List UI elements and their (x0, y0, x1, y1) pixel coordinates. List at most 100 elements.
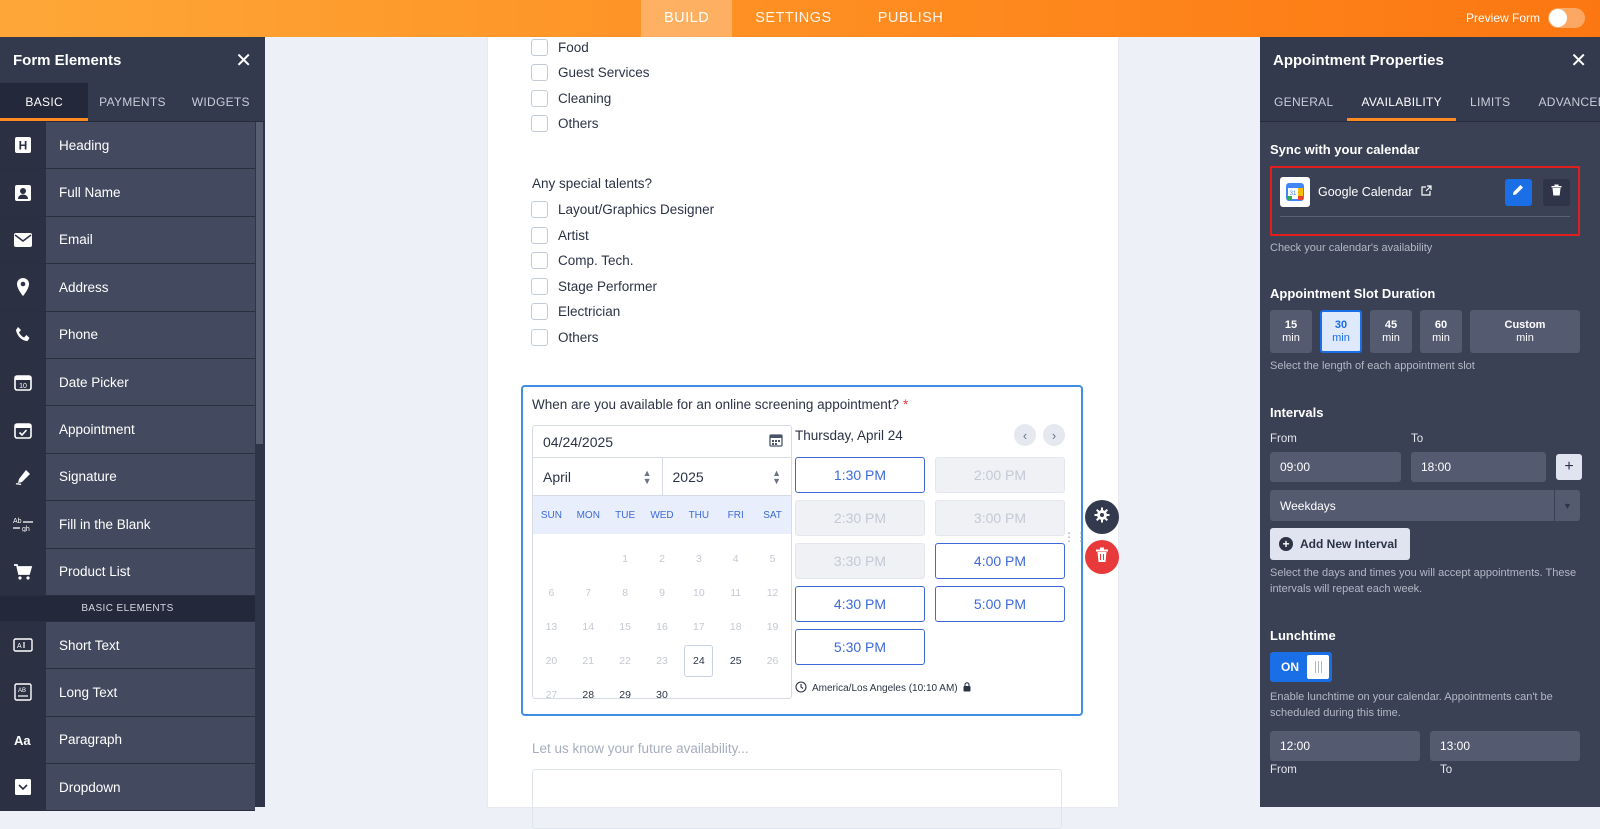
calendar-day[interactable]: 3 (680, 542, 717, 576)
lunch-from-input[interactable]: 12:00 (1270, 731, 1420, 761)
checkbox[interactable] (531, 303, 548, 320)
tab-widgets[interactable]: WIDGETS (177, 83, 265, 121)
checkbox-option[interactable]: Layout/Graphics Designer (531, 201, 714, 218)
lunchtime-toggle[interactable]: ON (1270, 652, 1332, 682)
time-slot[interactable]: 4:30 PM (795, 586, 925, 622)
calendar-day[interactable]: 23 (644, 644, 681, 678)
checkbox[interactable] (531, 252, 548, 269)
element-product-list[interactable]: Product List (0, 548, 255, 596)
tab-build[interactable]: BUILD (641, 0, 733, 37)
calendar-day[interactable]: 18 (717, 610, 754, 644)
interval-to-input[interactable]: 18:00 (1411, 452, 1546, 482)
calendar-day[interactable]: 26 (754, 644, 791, 678)
checkbox-option[interactable]: Guest Services (531, 64, 650, 81)
checkbox-option[interactable]: Cleaning (531, 90, 611, 107)
tab-availability[interactable]: AVAILABILITY (1347, 83, 1456, 121)
checkbox[interactable] (531, 201, 548, 218)
checkbox-option[interactable]: Others (531, 115, 599, 132)
duration-option[interactable]: 60 min (1420, 310, 1462, 353)
calendar-day[interactable]: 27 (533, 678, 570, 698)
calendar-day[interactable]: 24 (684, 645, 714, 677)
element-date-picker[interactable]: 10 Date Picker (0, 358, 255, 407)
element-fill-in-the-blank[interactable]: Ab gh Fill in the Blank (0, 501, 255, 549)
calendar-day[interactable]: 13 (533, 610, 570, 644)
calendar-day[interactable]: 25 (717, 644, 754, 678)
calendar-day[interactable]: 12 (754, 576, 791, 610)
duration-option[interactable]: 30 min (1320, 310, 1362, 353)
chevron-left-icon[interactable]: ‹ (1014, 424, 1036, 446)
drag-handle-icon[interactable]: ⋮⋮ (1063, 531, 1087, 543)
checkbox[interactable] (531, 90, 548, 107)
up-down-arrows-icon[interactable]: ▲ ▼ (772, 468, 781, 485)
element-address[interactable]: Address (0, 264, 255, 312)
element-email[interactable]: Email (0, 216, 255, 265)
element-phone[interactable]: Phone (0, 311, 255, 359)
element-signature[interactable]: Signature (0, 453, 255, 502)
checkbox-option[interactable]: Food (531, 39, 589, 56)
time-slot[interactable]: 1:30 PM (795, 457, 925, 493)
calendar-day[interactable]: 11 (717, 576, 754, 610)
calendar-icon[interactable] (769, 433, 783, 450)
close-icon[interactable]: ✕ (1570, 48, 1587, 73)
element-dropdown[interactable]: Dropdown (0, 764, 255, 812)
checkbox[interactable] (531, 227, 548, 244)
calendar-day[interactable]: 4 (717, 542, 754, 576)
appointment-field[interactable]: When are you available for an online scr… (521, 385, 1083, 716)
calendar-day[interactable]: 29 (607, 678, 644, 698)
time-slot[interactable]: 4:00 PM (935, 543, 1065, 579)
checkbox-option[interactable]: Electrician (531, 303, 620, 320)
tab-advanced[interactable]: ADVANCED (1524, 83, 1600, 121)
calendar-day[interactable]: 14 (570, 610, 607, 644)
calendar-day[interactable]: 2 (644, 542, 681, 576)
calendar-day[interactable]: 5 (754, 542, 791, 576)
left-panel-scrollbar[interactable] (256, 122, 263, 444)
calendar-day[interactable]: 28 (570, 678, 607, 698)
chevron-down-icon[interactable]: ▼ (1554, 490, 1580, 521)
interval-from-input[interactable]: 09:00 (1270, 452, 1401, 482)
add-new-interval-button[interactable]: + Add New Interval (1270, 528, 1410, 560)
tab-publish[interactable]: PUBLISH (855, 0, 967, 37)
field-settings-button[interactable] (1085, 500, 1119, 534)
element-long-text[interactable]: AB Long Text (0, 669, 255, 717)
preview-form-toggle[interactable] (1548, 8, 1585, 28)
year-select[interactable]: 2025 ▲ ▼ (661, 458, 792, 495)
time-slot[interactable]: 5:30 PM (795, 629, 925, 665)
days-select[interactable]: Weekdays ▼ (1270, 490, 1580, 521)
calendar-day[interactable]: 16 (644, 610, 681, 644)
checkbox[interactable] (531, 329, 548, 346)
element-paragraph[interactable]: Aa Paragraph (0, 716, 255, 765)
checkbox-option[interactable]: Comp. Tech. (531, 252, 634, 269)
calendar-day[interactable]: 7 (570, 576, 607, 610)
calendar-day[interactable]: 10 (680, 576, 717, 610)
future-availability-field[interactable] (532, 769, 1062, 829)
calendar-day[interactable]: 17 (680, 610, 717, 644)
element-full-name[interactable]: Full Name (0, 169, 255, 217)
checkbox[interactable] (531, 39, 548, 56)
calendar-day[interactable]: 22 (607, 644, 644, 678)
calendar-day[interactable]: 15 (607, 610, 644, 644)
calendar-day[interactable]: 21 (570, 644, 607, 678)
close-icon[interactable]: ✕ (235, 48, 252, 73)
time-slot[interactable]: 5:00 PM (935, 586, 1065, 622)
lunch-to-input[interactable]: 13:00 (1430, 731, 1580, 761)
tab-general[interactable]: GENERAL (1260, 83, 1347, 121)
edit-calendar-button[interactable] (1504, 178, 1532, 206)
chevron-right-icon[interactable]: › (1043, 424, 1065, 446)
element-heading[interactable]: H Heading (0, 122, 255, 170)
external-link-icon[interactable] (1420, 185, 1432, 199)
checkbox[interactable] (531, 115, 548, 132)
date-input[interactable]: 04/24/2025 (533, 426, 791, 458)
duration-option[interactable]: Custom min (1470, 310, 1580, 353)
checkbox[interactable] (531, 278, 548, 295)
add-time-button[interactable]: + (1556, 454, 1582, 480)
calendar-day[interactable]: 8 (607, 576, 644, 610)
checkbox[interactable] (531, 64, 548, 81)
tab-settings[interactable]: SETTINGS (732, 0, 855, 37)
calendar-day[interactable]: 30 (644, 678, 681, 698)
element-appointment[interactable]: Appointment (0, 406, 255, 454)
calendar-day[interactable]: 6 (533, 576, 570, 610)
checkbox-option[interactable]: Artist (531, 227, 589, 244)
calendar-day[interactable]: 1 (607, 542, 644, 576)
calendar-day[interactable]: 9 (644, 576, 681, 610)
element-short-text[interactable]: A Short Text (0, 621, 255, 670)
